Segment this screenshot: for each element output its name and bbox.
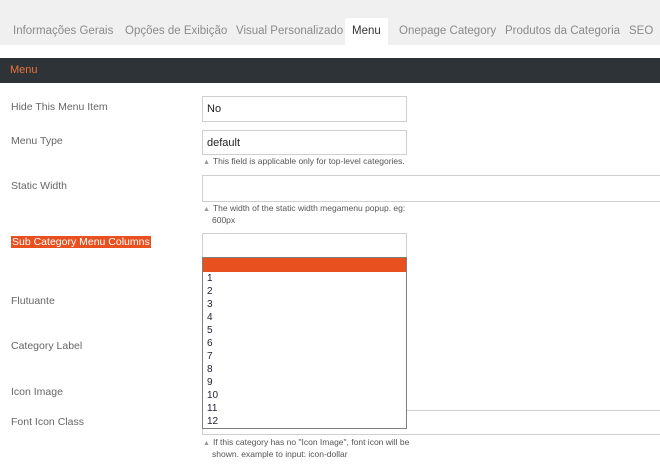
sub-category-columns-label: Sub Category Menu Columns xyxy=(11,236,151,248)
font-icon-class-label: Font Icon Class xyxy=(11,416,84,428)
menu-type-note-text: This field is applicable only for top-le… xyxy=(212,156,405,166)
hide-menu-item-label: Hide This Menu Item xyxy=(11,101,108,113)
static-width-input[interactable] xyxy=(202,175,660,202)
static-width-label: Static Width xyxy=(11,180,68,192)
dropdown-option-8[interactable]: 8 xyxy=(203,363,406,376)
dropdown-option-11[interactable]: 11 xyxy=(203,402,406,415)
dropdown-option-10[interactable]: 10 xyxy=(203,389,406,402)
note-arrow-icon: ▲ xyxy=(203,159,210,166)
dropdown-option-12[interactable]: 12 xyxy=(203,415,406,428)
menu-type-label: Menu Type xyxy=(11,135,63,147)
section-header: Menu xyxy=(0,58,660,83)
note-arrow-icon: ▲ xyxy=(203,440,210,447)
dropdown-option-9[interactable]: 9 xyxy=(203,376,406,389)
menu-type-value: default xyxy=(207,136,241,149)
menu-type-select[interactable]: default xyxy=(202,130,407,155)
sub-category-columns-select[interactable] xyxy=(202,233,407,258)
tab-onepage-category[interactable]: Onepage Category xyxy=(399,18,496,45)
dropdown-option-1[interactable]: 1 xyxy=(203,272,406,285)
dropdown-option-empty[interactable] xyxy=(203,258,406,272)
hide-menu-item-value: No xyxy=(207,103,222,115)
note-arrow-icon: ▲ xyxy=(203,206,210,213)
tab-seo[interactable]: SEO xyxy=(629,18,653,45)
sub-category-columns-dropdown[interactable]: 1 2 3 4 5 6 7 8 9 10 11 12 xyxy=(202,257,407,429)
tab-visual-personalizado[interactable]: Visual Personalizado xyxy=(236,18,343,45)
dropdown-option-7[interactable]: 7 xyxy=(203,350,406,363)
dropdown-option-2[interactable]: 2 xyxy=(203,285,406,298)
dropdown-option-6[interactable]: 6 xyxy=(203,337,406,350)
tab-informacoes-gerais[interactable]: Informações Gerais xyxy=(13,18,113,45)
static-width-note-line2: 600px xyxy=(212,215,236,225)
category-label-label: Category Label xyxy=(11,340,83,352)
dropdown-option-3[interactable]: 3 xyxy=(203,298,406,311)
tab-produtos-da-categoria[interactable]: Produtos da Categoria xyxy=(505,18,620,45)
hide-menu-item-select[interactable]: No xyxy=(202,96,407,122)
dropdown-option-4[interactable]: 4 xyxy=(203,311,406,324)
menu-type-note: ▲ This field is applicable only for top-l… xyxy=(203,156,405,168)
font-icon-class-note-line2: shown. example to input: icon-dollar xyxy=(212,449,348,459)
dropdown-option-5[interactable]: 5 xyxy=(203,324,406,337)
tab-menu[interactable]: Menu xyxy=(345,18,388,45)
tab-opcoes-de-exibicao[interactable]: Opções de Exibição xyxy=(125,18,227,45)
flutuante-label: Flutuante xyxy=(11,295,55,307)
static-width-note-line1: The width of the static width megamenu p… xyxy=(212,203,406,213)
static-width-note: ▲ The width of the static width megamenu … xyxy=(203,203,405,226)
tab-bar: Informações Gerais Opções de Exibição Vi… xyxy=(0,0,660,45)
font-icon-class-note-line1: If this category has no "Icon Image", fo… xyxy=(212,437,410,447)
icon-image-label: Icon Image xyxy=(11,386,63,398)
section-title: Menu xyxy=(10,64,38,76)
font-icon-class-note: ▲ If this category has no "Icon Image", f… xyxy=(203,437,409,460)
